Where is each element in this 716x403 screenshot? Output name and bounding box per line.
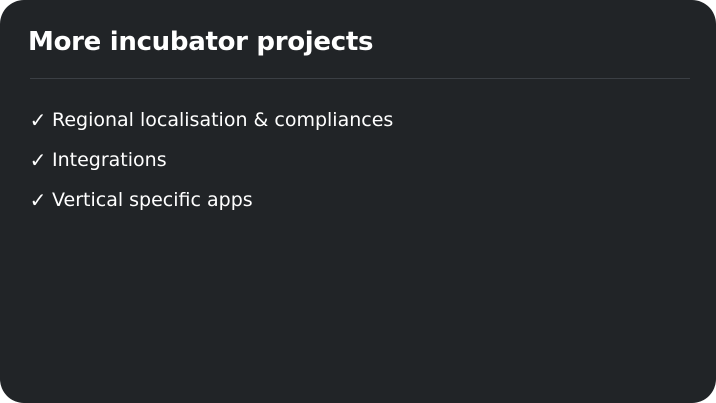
- list-item: ✓ Vertical specific apps: [28, 180, 393, 220]
- list-item-label: Integrations: [52, 149, 167, 171]
- incubator-projects-card: More incubator projects ✓ Regional local…: [0, 0, 716, 403]
- checkmark-icon: ✓: [29, 148, 47, 172]
- list-item: ✓ Regional localisation & compliances: [28, 100, 394, 140]
- project-list: ✓ Regional localisation & compliances ✓ …: [28, 100, 394, 220]
- list-item-label: Vertical specific apps: [52, 189, 253, 211]
- list-item-label: Regional localisation & compliances: [52, 109, 394, 131]
- checkmark-icon: ✓: [29, 108, 47, 132]
- checkmark-icon: ✓: [29, 188, 47, 212]
- card-title: More incubator projects: [28, 27, 374, 57]
- title-divider: [30, 78, 690, 79]
- list-item: ✓ Integrations: [28, 140, 393, 180]
